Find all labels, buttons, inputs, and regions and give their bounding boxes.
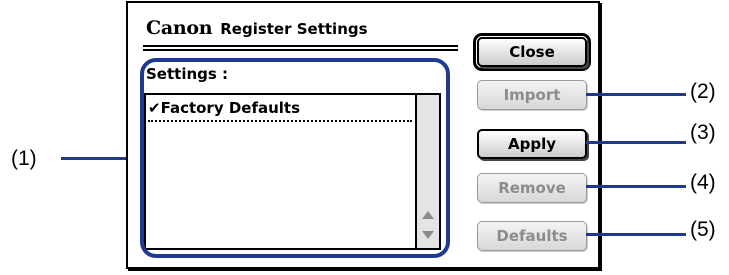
callout-2: (2) [690, 80, 716, 103]
callout-3: (3) [690, 121, 716, 144]
checkmark-icon: ✔ [148, 99, 161, 117]
list-item-label: Factory Defaults [160, 99, 301, 117]
scroll-down-arrow-icon[interactable] [419, 226, 437, 244]
canon-logo: Canon [146, 17, 213, 39]
apply-button[interactable]: Apply [477, 129, 587, 159]
callout-5: (5) [690, 218, 716, 241]
callout-1: (1) [11, 147, 37, 170]
import-button[interactable]: Import [477, 80, 587, 110]
list-scrollbar[interactable] [415, 95, 439, 248]
close-button[interactable]: Close [477, 37, 587, 67]
settings-list[interactable]: ✔Factory Defaults [144, 93, 441, 250]
title-divider [143, 45, 458, 51]
callout-5-leader [586, 233, 686, 236]
dialog-title-text: Register Settings [220, 20, 368, 38]
register-settings-dialog: Canon Register Settings Settings : ✔Fact… [126, 1, 600, 269]
scroll-up-arrow-icon[interactable] [419, 206, 437, 224]
callout-4-leader [586, 185, 686, 188]
settings-list-content: ✔Factory Defaults [146, 95, 416, 248]
callout-3-leader [586, 141, 686, 144]
remove-button[interactable]: Remove [477, 173, 587, 203]
settings-label: Settings : [146, 65, 229, 83]
callout-4: (4) [690, 171, 716, 194]
list-item[interactable]: ✔Factory Defaults [148, 98, 412, 122]
dialog-title: Canon Register Settings [146, 17, 368, 39]
callout-2-leader [586, 93, 686, 96]
defaults-button[interactable]: Defaults [477, 221, 587, 251]
